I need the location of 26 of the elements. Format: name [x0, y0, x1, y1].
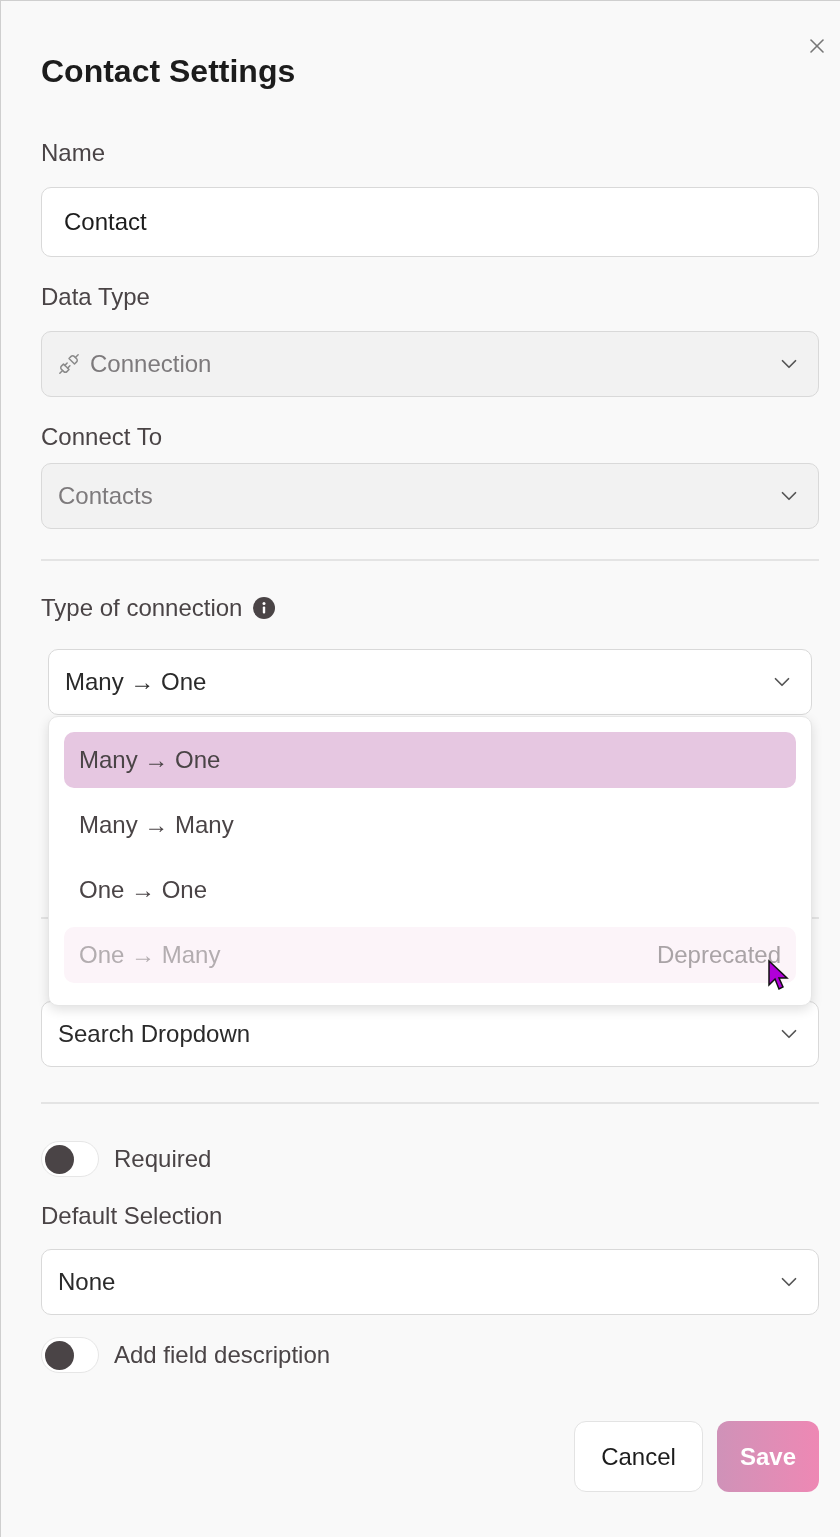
field-label: Default Selection	[41, 1201, 223, 1231]
field-label: Type of connection	[41, 593, 243, 623]
select-value: None	[58, 1267, 117, 1297]
select-field[interactable]: Search Dropdown	[41, 1001, 819, 1067]
select-value: Many → One	[65, 667, 208, 697]
field-label: Name	[41, 138, 106, 168]
dropdown-option[interactable]: Many → One	[64, 732, 796, 788]
toggle-switch[interactable]	[41, 1141, 99, 1177]
field-label: Data Type	[41, 282, 150, 312]
dropdown-option[interactable]: Many → Many	[64, 797, 796, 853]
name-input[interactable]: Contact	[41, 187, 819, 257]
select-value: Contacts	[58, 481, 154, 511]
deprecated-note: Deprecated	[656, 940, 781, 970]
info-icon	[252, 596, 277, 620]
toggle-label: Add field description	[114, 1340, 331, 1370]
panel-title: Contact Settings	[41, 52, 296, 91]
toggle-label: Required	[114, 1144, 212, 1174]
cancel-button[interactable]: Cancel	[574, 1421, 703, 1492]
select-value: Connection	[90, 349, 213, 379]
select-field[interactable]: None	[41, 1249, 819, 1315]
toggle-switch[interactable]	[41, 1337, 99, 1373]
dropdown-option[interactable]: One → One	[64, 862, 796, 918]
plug-icon	[58, 353, 80, 375]
select-field[interactable]: Many → One	[48, 649, 812, 715]
field-label: Connect To	[41, 422, 162, 452]
select-value: Search Dropdown	[58, 1019, 252, 1049]
